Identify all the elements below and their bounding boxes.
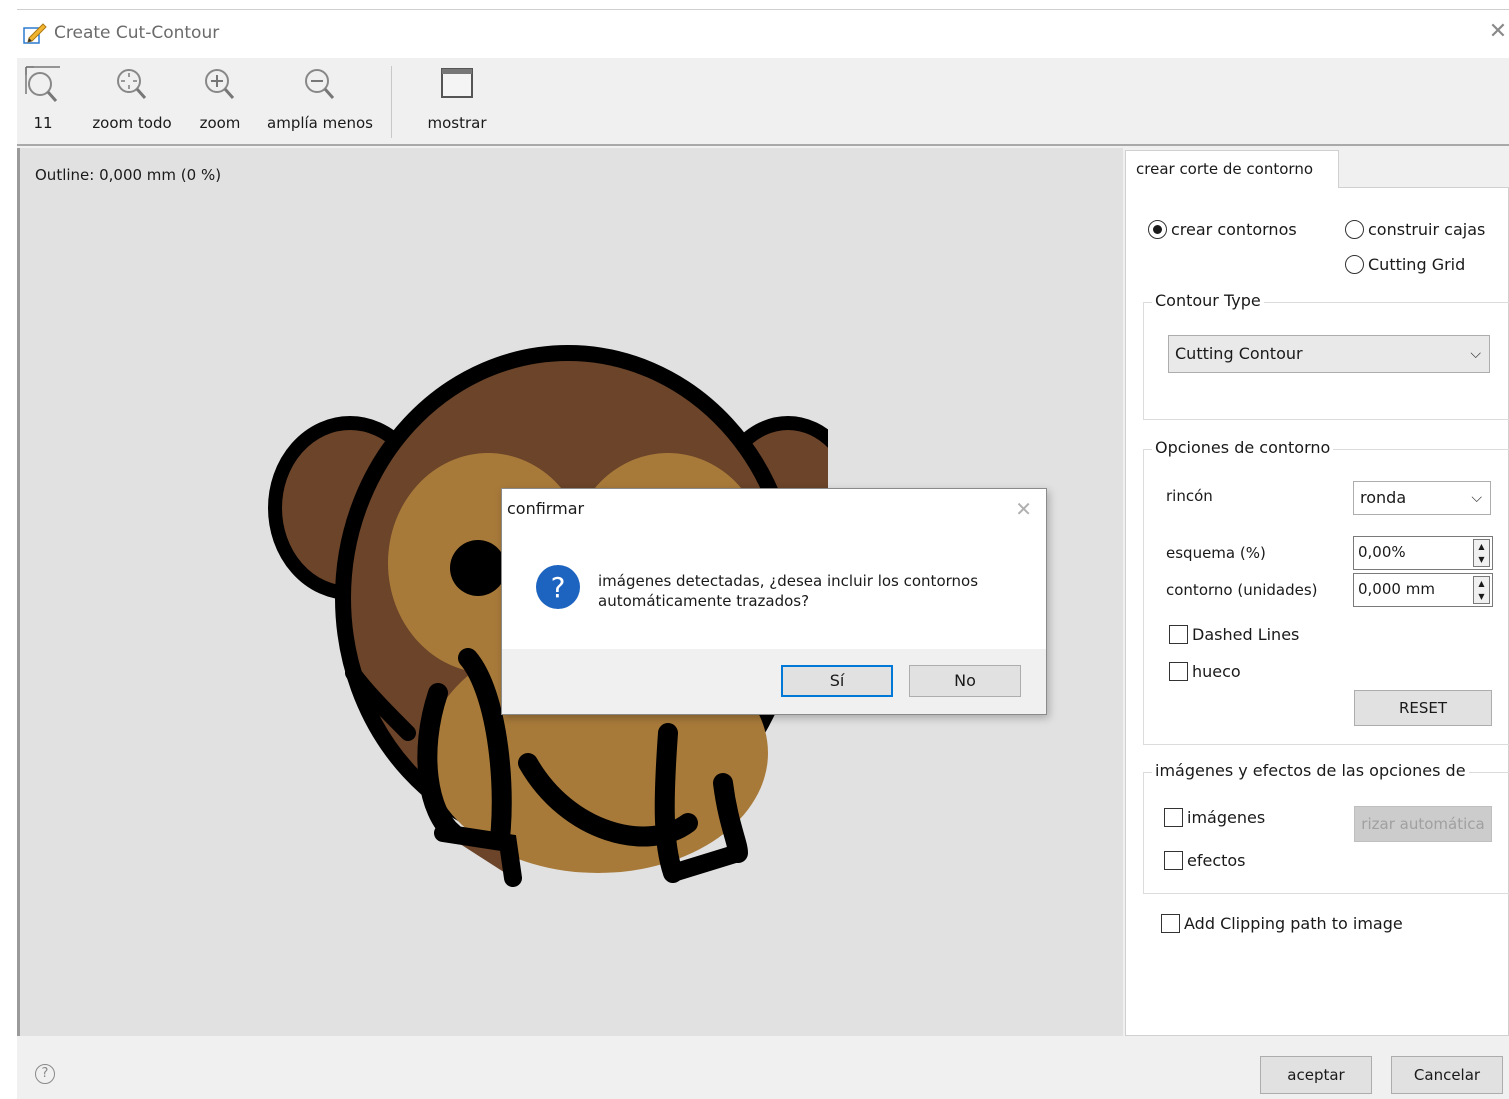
tab-crear-corte-de-contorno[interactable]: crear corte de contorno — [1125, 150, 1339, 188]
radio-selected-icon — [1148, 220, 1167, 239]
checkbox-unchecked-icon — [1161, 914, 1180, 933]
imagenes-label: imágenes — [1187, 808, 1266, 827]
spinner-arrows-icon[interactable]: ▲ ▼ — [1473, 539, 1490, 567]
toolbar: 11 zoom todo zoom amplía menos mostrar — [17, 58, 1509, 146]
svg-text:?: ? — [551, 571, 566, 604]
dialog-message: imágenes detectadas, ¿desea incluir los … — [598, 572, 979, 610]
radio-construir-cajas[interactable]: construir cajas — [1345, 220, 1485, 239]
zoom-out-label: amplía menos — [267, 114, 373, 132]
question-icon: ? — [536, 565, 580, 609]
checkbox-unchecked-icon — [1164, 808, 1183, 827]
zoom-all-label: zoom todo — [92, 114, 172, 132]
toolbar-separator — [391, 66, 392, 138]
reset-button[interactable]: RESET — [1354, 690, 1492, 726]
outline-label: Outline: 0,000 mm (0 %) — [35, 166, 222, 184]
contorno-spinner[interactable]: 0,000 mm ▲ ▼ — [1353, 573, 1493, 607]
zoom-out-button[interactable]: amplía menos — [265, 64, 375, 140]
contour-type-group: Contour Type Cutting Contour ⌵ — [1143, 291, 1509, 420]
rincon-label: rincón — [1166, 487, 1213, 505]
radio-unselected-icon — [1345, 220, 1364, 239]
radio-construir-cajas-label: construir cajas — [1368, 220, 1486, 239]
chevron-down-icon: ⌵ — [1470, 346, 1481, 362]
hueco-checkbox[interactable]: hueco — [1169, 662, 1241, 681]
contour-options-title: Opciones de contorno — [1152, 438, 1334, 457]
clipping-path-label: Add Clipping path to image — [1184, 914, 1403, 933]
window-icon — [441, 68, 473, 98]
imagenes-checkbox[interactable]: imágenes — [1164, 808, 1265, 827]
zoom-actual-icon — [25, 66, 60, 102]
yes-button[interactable]: Sí — [781, 665, 893, 697]
checkbox-unchecked-icon — [1169, 662, 1188, 681]
radio-crear-contornos-label: crear contornos — [1171, 220, 1297, 239]
zoom-in-label: zoom — [199, 114, 241, 132]
efectos-label: efectos — [1187, 851, 1246, 870]
title-bar: Create Cut-Contour ✕ — [17, 10, 1509, 58]
create-cut-contour-window: Create Cut-Contour ✕ 11 zoom todo zoom a… — [17, 9, 1509, 1099]
dialog-title: confirmar — [507, 499, 585, 518]
options-panel: crear corte de contorno crear contornos … — [1125, 148, 1509, 1036]
help-icon[interactable]: ? — [35, 1064, 55, 1084]
chevron-down-icon: ⌵ — [1471, 490, 1482, 506]
dashed-lines-label: Dashed Lines — [1192, 625, 1300, 644]
rincon-value: ronda — [1360, 488, 1407, 507]
clipping-path-checkbox[interactable]: Add Clipping path to image — [1161, 914, 1403, 933]
images-effects-group: imágenes y efectos de las opciones de im… — [1143, 761, 1509, 894]
checkbox-unchecked-icon — [1164, 851, 1183, 870]
rincon-select[interactable]: ronda ⌵ — [1353, 481, 1491, 515]
zoom-in-button[interactable]: zoom — [195, 64, 245, 140]
zoom-out-icon — [305, 69, 335, 99]
cancel-button[interactable]: Cancelar — [1391, 1056, 1503, 1094]
dialog-footer: Sí No — [502, 649, 1046, 714]
radio-unselected-icon — [1345, 255, 1364, 274]
dialog-close-button[interactable]: ✕ — [1015, 497, 1032, 521]
esquema-value: 0,00% — [1358, 543, 1406, 561]
contour-type-value: Cutting Contour — [1175, 344, 1303, 363]
contorno-value: 0,000 mm — [1358, 580, 1435, 598]
hueco-label: hueco — [1192, 662, 1241, 681]
spinner-arrows-icon[interactable]: ▲ ▼ — [1473, 576, 1490, 604]
radio-crear-contornos[interactable]: crear contornos — [1148, 220, 1297, 239]
zoom-actual-button[interactable]: 11 — [19, 64, 67, 140]
radio-cutting-grid-label: Cutting Grid — [1368, 255, 1466, 274]
contorno-label: contorno (unidades) — [1166, 581, 1318, 599]
pencil-note-icon — [23, 23, 47, 44]
esquema-spinner[interactable]: 0,00% ▲ ▼ — [1353, 536, 1493, 570]
radio-cutting-grid[interactable]: Cutting Grid — [1345, 255, 1465, 274]
no-button[interactable]: No — [909, 665, 1021, 697]
zoom-all-button[interactable]: zoom todo — [87, 64, 177, 140]
contour-type-select[interactable]: Cutting Contour ⌵ — [1168, 335, 1490, 373]
efectos-checkbox[interactable]: efectos — [1164, 851, 1246, 870]
contour-options-group: Opciones de contorno rincón ronda ⌵ esqu… — [1143, 438, 1509, 745]
window-close-button[interactable]: ✕ — [1487, 20, 1509, 44]
panel-body: crear contornos construir cajas Cutting … — [1125, 187, 1509, 1036]
checkbox-unchecked-icon — [1169, 625, 1188, 644]
esquema-label: esquema (%) — [1166, 544, 1266, 562]
zoom-fit-icon — [117, 69, 147, 99]
auto-trace-button[interactable]: rizar automática — [1354, 806, 1492, 842]
window-title: Create Cut-Contour — [54, 23, 220, 43]
show-label: mostrar — [427, 114, 487, 132]
show-button[interactable]: mostrar — [422, 64, 492, 140]
zoom-actual-label: 11 — [33, 114, 53, 132]
confirm-dialog: confirmar ✕ ? imágenes detectadas, ¿dese… — [501, 488, 1047, 715]
images-effects-title: imágenes y efectos de las opciones de — [1152, 761, 1469, 780]
ok-button[interactable]: aceptar — [1260, 1056, 1372, 1094]
contour-type-title: Contour Type — [1152, 291, 1264, 310]
dashed-lines-checkbox[interactable]: Dashed Lines — [1169, 625, 1299, 644]
bottom-bar: ? aceptar Cancelar — [17, 1036, 1509, 1099]
zoom-in-icon — [205, 69, 235, 99]
